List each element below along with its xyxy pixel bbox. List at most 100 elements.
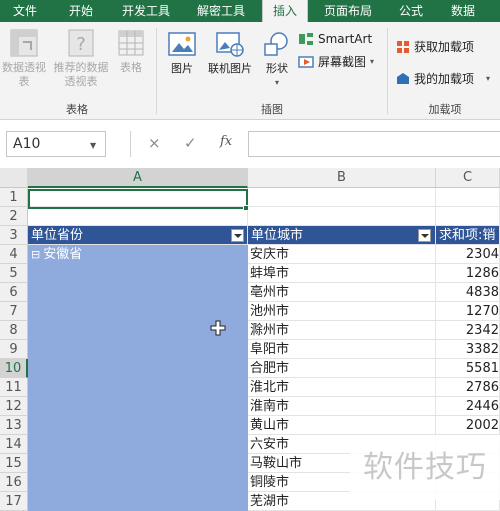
pivot-province-cell[interactable]	[28, 378, 248, 397]
pivot-header-province-label: 单位省份	[31, 228, 84, 243]
pivot-province-cell[interactable]	[28, 359, 248, 378]
pivot-header-sum[interactable]: 求和项:销	[436, 226, 500, 245]
row-header[interactable]: 12	[0, 397, 28, 416]
smartart-label: SmartArt	[318, 32, 373, 46]
name-box-dropdown-icon[interactable]: ▼	[90, 141, 96, 150]
pivot-city-cell[interactable]: 淮北市	[248, 378, 436, 397]
insert-function-icon[interactable]: fx	[220, 134, 232, 149]
cell-cursor-icon	[210, 320, 226, 336]
row-header[interactable]: 17	[0, 492, 28, 511]
empty-cell[interactable]	[248, 207, 436, 226]
formula-input[interactable]	[248, 131, 500, 157]
pivot-province-cell[interactable]	[28, 473, 248, 492]
row-header[interactable]: 6	[0, 283, 28, 302]
store-icon	[397, 41, 409, 53]
pivot-city-cell[interactable]: 安庆市	[248, 245, 436, 264]
table-icon	[118, 30, 144, 56]
tab-developer[interactable]: 开发工具	[112, 0, 180, 22]
row-header[interactable]: 13	[0, 416, 28, 435]
row-header[interactable]: 3	[0, 226, 28, 245]
row-header[interactable]: 14	[0, 435, 28, 454]
pivot-header-province[interactable]: 单位省份	[28, 226, 248, 245]
online-pictures-button[interactable]: 联机图片	[204, 30, 256, 76]
row-header[interactable]: 8	[0, 321, 28, 340]
row-header[interactable]: 1	[0, 188, 28, 207]
filter-dropdown-icon[interactable]	[418, 229, 431, 242]
empty-cell[interactable]	[28, 207, 248, 226]
enter-icon[interactable]: ✓	[184, 134, 197, 152]
column-header-a[interactable]: A	[28, 168, 248, 188]
pivot-province-cell[interactable]	[28, 416, 248, 435]
group-separator	[387, 28, 388, 114]
empty-cell[interactable]	[436, 207, 500, 226]
screenshot-label: 屏幕截图	[318, 55, 367, 69]
pivot-city-cell[interactable]: 池州市	[248, 302, 436, 321]
tab-home[interactable]: 开始	[56, 0, 106, 22]
pivot-table-icon	[10, 29, 38, 57]
filter-dropdown-icon[interactable]	[231, 229, 244, 242]
column-header-b[interactable]: B	[248, 168, 436, 188]
fill-handle[interactable]	[243, 205, 249, 211]
tab-formulas[interactable]: 公式	[388, 0, 434, 22]
tab-file[interactable]: 文件	[0, 0, 50, 22]
pivot-value-cell[interactable]: 1270	[436, 302, 500, 321]
row-header[interactable]: 11	[0, 378, 28, 397]
pivot-value-cell[interactable]: 2002	[436, 416, 500, 435]
svg-text:?: ?	[76, 34, 86, 55]
pivot-city-cell[interactable]: 阜阳市	[248, 340, 436, 359]
pivot-city-cell[interactable]: 合肥市	[248, 359, 436, 378]
pivot-city-cell[interactable]: 黄山市	[248, 416, 436, 435]
my-addins-label: 我的加载项	[414, 72, 475, 86]
pivot-header-sum-label: 求和项:销	[439, 228, 496, 243]
select-all-corner[interactable]	[0, 168, 28, 188]
tab-insert[interactable]: 插入	[262, 0, 308, 22]
row-header[interactable]: 5	[0, 264, 28, 283]
row-header[interactable]: 7	[0, 302, 28, 321]
pivot-city-cell[interactable]: 淮南市	[248, 397, 436, 416]
table-button[interactable]: 表格	[114, 28, 148, 75]
pivot-value-cell[interactable]: 2786	[436, 378, 500, 397]
row-header[interactable]: 15	[0, 454, 28, 473]
pivot-city-cell[interactable]: 亳州市	[248, 283, 436, 302]
empty-cell[interactable]	[248, 188, 436, 207]
pictures-button[interactable]: 图片	[162, 30, 202, 76]
pivot-province-cell[interactable]	[28, 435, 248, 454]
row-header[interactable]: 10	[0, 359, 28, 378]
shapes-label: 形状	[266, 62, 288, 75]
province-label: 安徽省	[43, 247, 83, 262]
pivot-city-cell[interactable]: 蚌埠市	[248, 264, 436, 283]
pivot-header-city[interactable]: 单位城市	[248, 226, 436, 245]
pivot-city-cell[interactable]: 滁州市	[248, 321, 436, 340]
row-header[interactable]: 9	[0, 340, 28, 359]
row-header[interactable]: 2	[0, 207, 28, 226]
pivot-value-cell[interactable]: 5581	[436, 359, 500, 378]
pivot-province-cell[interactable]	[28, 397, 248, 416]
pivot-province-cell[interactable]	[28, 454, 248, 473]
pivot-province-cell[interactable]	[28, 340, 248, 359]
tab-page-layout[interactable]: 页面布局	[314, 0, 382, 22]
pivot-value-cell[interactable]: 2304	[436, 245, 500, 264]
empty-cell[interactable]	[436, 188, 500, 207]
pivot-province-cell[interactable]: ⊟ 安徽省	[28, 245, 248, 264]
recommended-pivot-button[interactable]: ? 推荐的数据透视表	[52, 28, 110, 89]
shapes-button[interactable]: 形状 ▾	[258, 30, 296, 90]
table-label: 表格	[120, 61, 142, 74]
pivot-value-cell[interactable]: 1286	[436, 264, 500, 283]
pivot-table-button[interactable]: 数据透视表	[2, 28, 46, 89]
pivot-province-cell[interactable]	[28, 283, 248, 302]
column-header-c[interactable]: C	[436, 168, 500, 188]
pivot-value-cell[interactable]: 4838	[436, 283, 500, 302]
tab-data[interactable]: 数据	[440, 0, 486, 22]
screenshot-icon	[298, 56, 314, 68]
pivot-province-cell[interactable]	[28, 492, 248, 511]
pivot-province-cell[interactable]	[28, 264, 248, 283]
row-header[interactable]: 4	[0, 245, 28, 264]
pivot-value-cell[interactable]: 3382	[436, 340, 500, 359]
pivot-value-cell[interactable]: 2342	[436, 321, 500, 340]
collapse-icon[interactable]: ⊟	[28, 248, 40, 261]
tab-decrypt-tools[interactable]: 解密工具	[186, 0, 256, 22]
cancel-icon[interactable]: ×	[148, 134, 161, 152]
row-header[interactable]: 16	[0, 473, 28, 492]
pivot-value-cell[interactable]: 2446	[436, 397, 500, 416]
pivot-province-cell[interactable]	[28, 302, 248, 321]
